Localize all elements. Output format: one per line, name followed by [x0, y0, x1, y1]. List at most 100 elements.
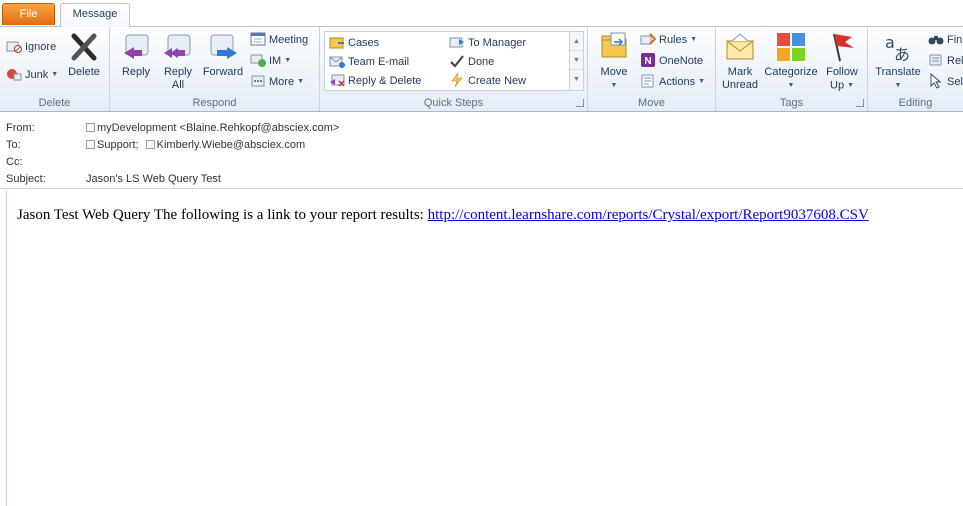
delete-button[interactable]: Delete	[64, 31, 104, 93]
message-header: From: myDevelopment <Blaine.Rehkopf@absc…	[0, 113, 963, 189]
quick-steps-launcher-icon[interactable]	[576, 99, 584, 107]
quick-step-to-manager[interactable]: To Manager	[449, 33, 526, 53]
contact-checkbox-icon	[145, 139, 155, 149]
editing-group-label: Editing	[898, 97, 933, 109]
more-label: More	[269, 76, 295, 88]
onenote-label: OneNote	[659, 55, 704, 67]
meeting-button[interactable]: Meeting	[250, 30, 308, 50]
message-text: Jason Test Web Query The following is a …	[17, 207, 869, 224]
select-button[interactable]: Sel	[928, 72, 963, 92]
respond-group: Reply Reply All Forward Meeting IM ▼ Mor…	[110, 27, 320, 111]
im-button[interactable]: IM ▼	[250, 51, 291, 71]
recipient-name: Kimberly.Wiebe@absciex.com	[156, 139, 306, 151]
forward-icon	[207, 31, 239, 63]
follow-up-label-2: Up	[830, 79, 845, 92]
onenote-button[interactable]: N OneNote	[640, 51, 703, 71]
envelope-icon	[724, 31, 756, 63]
delete-icon	[68, 31, 100, 63]
svg-text:N: N	[644, 56, 651, 67]
quick-step-reply-delete[interactable]: Reply & Delete	[329, 71, 421, 91]
junk-label: Junk	[25, 69, 49, 81]
junk-icon	[6, 66, 22, 82]
chevron-down-icon: ▼	[690, 36, 698, 44]
chevron-down-icon: ▼	[894, 82, 902, 89]
categorize-button[interactable]: Categorize ▼	[763, 31, 819, 93]
ignore-label: Ignore	[25, 41, 57, 53]
translate-label: Translate	[875, 66, 921, 78]
related-button[interactable]: Rel	[928, 51, 963, 71]
follow-up-button[interactable]: Follow Up ▼	[821, 31, 863, 93]
meeting-label: Meeting	[269, 34, 309, 46]
tags-group: Mark Unread Categorize ▼ Follow Up ▼ Tags	[716, 27, 868, 111]
quick-step-label: Cases	[348, 37, 380, 49]
recipient-kimberly[interactable]: Kimberly.Wiebe@absciex.com	[145, 139, 306, 151]
more-icon	[250, 73, 266, 89]
ribbon-tab-strip: File Message	[0, 0, 963, 27]
rules-label: Rules	[659, 34, 688, 46]
ignore-icon	[6, 38, 22, 54]
quick-steps-group: Cases Team E-mail Reply & Delete To Mana…	[320, 27, 588, 111]
quick-step-label: To Manager	[468, 37, 527, 49]
quick-step-team-email[interactable]: Team E-mail	[329, 52, 409, 72]
expand-gallery-icon[interactable]: ▼	[570, 70, 583, 89]
junk-button[interactable]: Junk ▼	[6, 65, 58, 85]
tab-file[interactable]: File	[2, 3, 55, 25]
scroll-down-icon[interactable]: ▼	[570, 51, 583, 70]
rules-icon	[640, 31, 657, 47]
quick-steps-group-label: Quick Steps	[423, 97, 484, 109]
mark-unread-label-2: Unread	[721, 79, 759, 91]
to-manager-icon	[449, 34, 465, 50]
find-button[interactable]: Fin	[928, 30, 962, 50]
quick-steps-scrollbar[interactable]: ▲ ▼ ▼	[569, 32, 583, 90]
delete-group-label: Delete	[38, 97, 71, 109]
contact-checkbox-icon	[86, 122, 95, 132]
recipient-support[interactable]: Support;	[86, 139, 139, 151]
im-icon	[250, 52, 266, 68]
message-intro: Jason Test Web Query The following is a …	[17, 207, 428, 223]
move-label: Move	[600, 66, 628, 78]
reply-icon	[120, 31, 152, 63]
more-button[interactable]: More ▼	[250, 72, 304, 92]
report-link[interactable]: http://content.learnshare.com/reports/Cr…	[428, 207, 869, 223]
chevron-down-icon: ▼	[284, 57, 292, 65]
categorize-label: Categorize	[764, 66, 818, 78]
quick-step-label: Reply & Delete	[348, 75, 422, 87]
delete-group: Ignore Junk ▼ Delete Delete	[0, 27, 110, 111]
move-folder-icon	[598, 31, 630, 63]
to-label: To:	[6, 139, 21, 151]
from-value[interactable]: myDevelopment <Blaine.Rehkopf@absciex.co…	[86, 120, 339, 137]
reply-button[interactable]: Reply	[116, 31, 156, 93]
quick-step-cases[interactable]: Cases	[329, 33, 379, 53]
forward-button[interactable]: Forward	[200, 31, 246, 93]
from-address: myDevelopment <Blaine.Rehkopf@absciex.co…	[97, 122, 340, 134]
forward-label: Forward	[202, 66, 244, 78]
rules-button[interactable]: Rules ▼	[640, 30, 697, 50]
quick-step-done[interactable]: Done	[449, 52, 494, 72]
quick-step-create-new[interactable]: Create New	[449, 71, 526, 91]
binoculars-icon	[928, 31, 944, 47]
message-body[interactable]: Jason Test Web Query The following is a …	[6, 190, 963, 506]
reply-all-label-1: Reply	[163, 66, 193, 78]
scroll-up-icon[interactable]: ▲	[570, 32, 583, 51]
cc-label: Cc:	[6, 156, 23, 168]
mark-unread-button[interactable]: Mark Unread	[718, 31, 762, 93]
chevron-down-icon: ▼	[787, 82, 795, 89]
translate-button[interactable]: aあ Translate ▼	[870, 31, 926, 93]
respond-group-label: Respond	[192, 97, 237, 109]
chevron-down-icon: ▼	[610, 82, 618, 89]
chevron-down-icon: ▼	[51, 71, 59, 79]
tab-message[interactable]: Message	[60, 3, 130, 27]
lightning-icon	[449, 72, 465, 88]
move-button[interactable]: Move ▼	[594, 31, 634, 93]
meeting-icon	[250, 31, 266, 47]
quick-steps-gallery: Cases Team E-mail Reply & Delete To Mana…	[324, 31, 584, 91]
onenote-icon: N	[640, 52, 656, 68]
editing-group: aあ Translate ▼ Fin Rel Sel Editing	[868, 27, 963, 111]
tags-launcher-icon[interactable]	[856, 99, 864, 107]
actions-button[interactable]: Actions ▼	[640, 72, 705, 92]
folder-move-icon	[329, 34, 345, 50]
reply-all-button[interactable]: Reply All	[158, 31, 198, 93]
move-group: Move ▼ Rules ▼ N OneNote Actions ▼ Move	[588, 27, 716, 111]
chevron-down-icon: ▼	[698, 78, 706, 86]
ignore-button[interactable]: Ignore	[6, 37, 56, 57]
